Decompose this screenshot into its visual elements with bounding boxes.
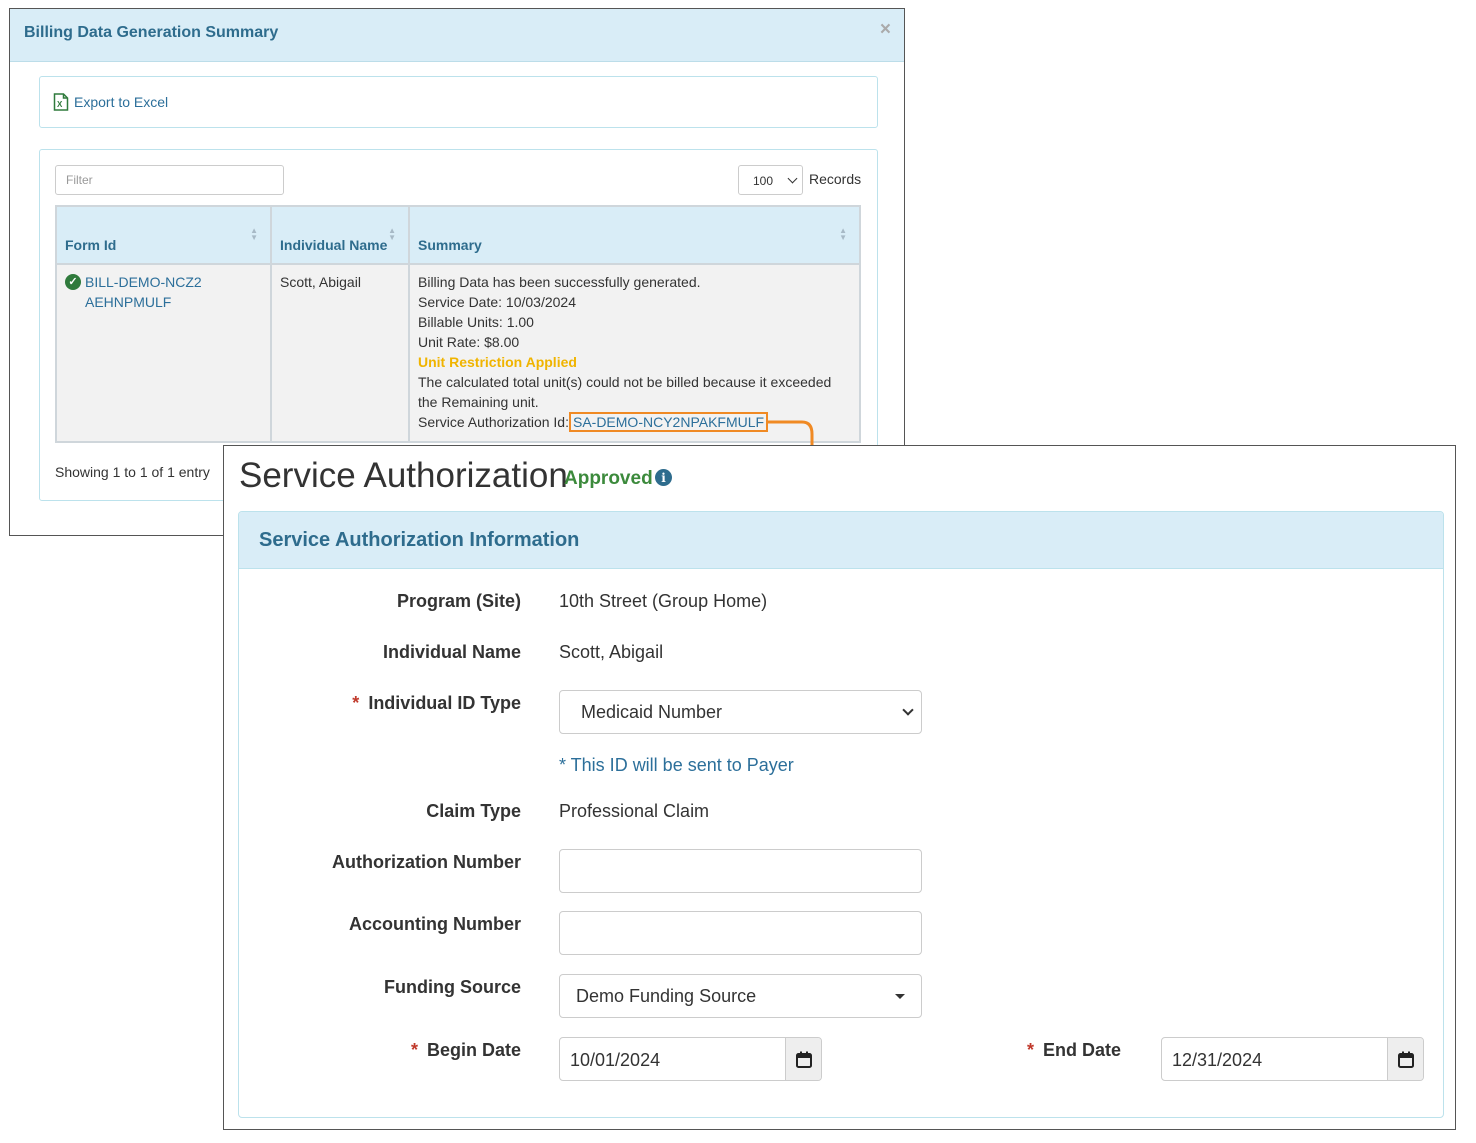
sort-icon: ▲ ▼	[839, 226, 847, 242]
sort-icon: ▲ ▼	[250, 226, 258, 242]
sa-id-label: Service Authorization Id:	[418, 414, 569, 430]
authorization-number-input[interactable]	[559, 849, 922, 893]
claim-type-label: Claim Type	[426, 801, 521, 821]
panel-title: Service Authorization Information	[259, 529, 580, 551]
program-value: 10th Street (Group Home)	[559, 591, 768, 611]
export-to-excel-link[interactable]: X Export to Excel	[53, 93, 168, 111]
billing-table: Form Id ▲ ▼ Individual Name ▲ ▼ Summary ▲ ▼	[55, 205, 861, 443]
svg-text:X: X	[57, 100, 63, 109]
individual-name-cell: Scott, Abigail	[270, 263, 410, 443]
panel-header: Service Authorization Information	[239, 512, 1443, 569]
calendar-glyph-icon	[1397, 1051, 1414, 1068]
calendar-glyph-icon	[795, 1051, 812, 1068]
table-row: ✓ BILL-DEMO-NCZ2AEHNPMULF Scott, Abigail…	[55, 263, 861, 443]
modal-title: Billing Data Generation Summary	[24, 24, 279, 41]
funding-source-label: Funding Source	[384, 977, 521, 997]
column-header-summary[interactable]: Summary ▲ ▼	[408, 205, 861, 265]
service-authorization-link[interactable]: SA-DEMO-NCY2NPAKFMULF	[568, 412, 769, 432]
id-type-label: * Individual ID Type	[352, 693, 521, 713]
sa-info-panel: Service Authorization Information Progra…	[238, 511, 1444, 1118]
service-authorization-window: Service Authorization Approved i Service…	[223, 445, 1456, 1130]
accounting-number-input[interactable]	[559, 911, 922, 955]
begin-date-label: * Begin Date	[410, 1040, 521, 1060]
end-date-input[interactable]: 12/31/2024	[1161, 1037, 1424, 1081]
check-circle-icon: ✓	[65, 274, 81, 290]
required-marker: *	[410, 1040, 418, 1060]
program-label: Program (Site)	[396, 591, 521, 611]
close-icon[interactable]: ×	[880, 20, 891, 39]
funding-source-selected: Demo Funding Source	[576, 986, 757, 1006]
export-label: Export to Excel	[74, 94, 169, 110]
records-selected-value: 100	[753, 174, 774, 188]
excel-file-icon: X	[53, 93, 69, 111]
chevron-down-icon	[787, 173, 798, 184]
records-per-page-select[interactable]: 100	[738, 165, 803, 195]
individual-name-label: Individual Name	[382, 642, 521, 662]
calendar-icon[interactable]	[785, 1038, 821, 1080]
calendar-icon[interactable]	[1387, 1038, 1423, 1080]
export-panel: X Export to Excel	[39, 76, 878, 128]
authorization-number-label: Authorization Number	[332, 852, 521, 872]
id-type-selected: Medicaid Number	[581, 702, 723, 722]
id-hint: * This ID will be sent to Payer	[559, 755, 794, 775]
table-info: Showing 1 to 1 of 1 entry	[55, 464, 210, 480]
unit-restriction-label: Unit Restriction Applied	[418, 354, 577, 370]
form-id-cell: ✓ BILL-DEMO-NCZ2AEHNPMULF	[55, 263, 272, 443]
begin-date-input[interactable]: 10/01/2024	[559, 1037, 822, 1081]
end-date-value: 12/31/2024	[1172, 1050, 1263, 1070]
required-marker: *	[1027, 1040, 1035, 1060]
info-icon[interactable]: i	[655, 469, 672, 486]
sort-icon: ▲ ▼	[388, 226, 396, 242]
accounting-number-label: Accounting Number	[348, 914, 521, 934]
column-header-individual-name[interactable]: Individual Name ▲ ▼	[270, 205, 410, 265]
records-label: Records	[809, 171, 862, 187]
caret-down-icon	[895, 994, 905, 999]
required-marker: *	[352, 693, 360, 713]
begin-date-value: 10/01/2024	[570, 1050, 661, 1070]
individual-name-value: Scott, Abigail	[559, 642, 664, 662]
filter-input[interactable]	[55, 165, 284, 195]
column-header-form-id[interactable]: Form Id ▲ ▼	[55, 205, 272, 265]
end-date-label: * End Date	[1027, 1040, 1122, 1060]
funding-source-select[interactable]: Demo Funding Source	[559, 974, 922, 1018]
id-type-select[interactable]: Medicaid Number	[559, 690, 922, 734]
modal-header: Billing Data Generation Summary ×	[10, 9, 904, 62]
form-id-link[interactable]: BILL-DEMO-NCZ2AEHNPMULF	[85, 272, 210, 312]
claim-type-value: Professional Claim	[559, 801, 710, 821]
chevron-down-icon	[902, 704, 914, 716]
page-title: Service Authorization	[239, 456, 568, 495]
status-badge: Approved	[564, 468, 653, 489]
restriction-note: The calculated total unit(s) could not b…	[418, 374, 832, 410]
